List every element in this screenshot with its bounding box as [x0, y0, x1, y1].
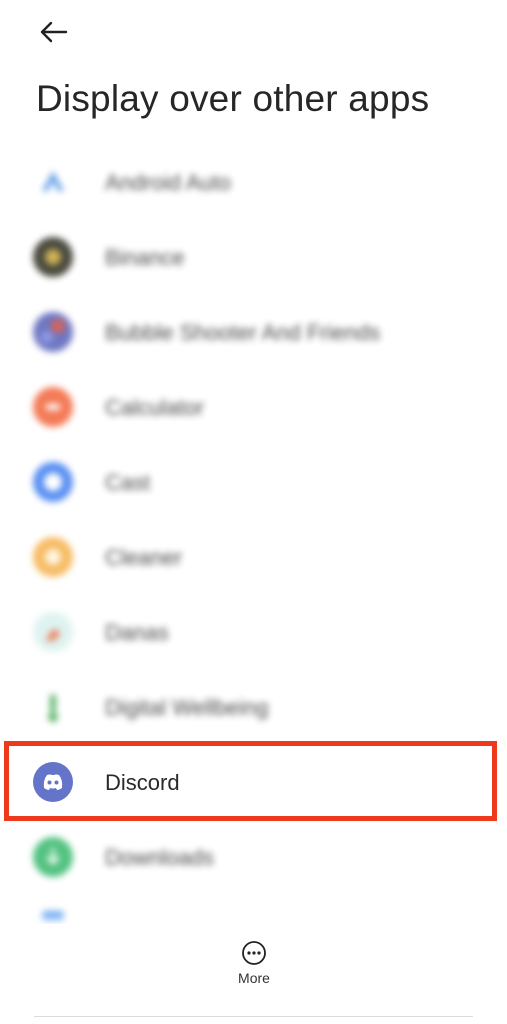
- downloads-icon: [32, 836, 74, 878]
- arrow-left-icon: [40, 21, 68, 43]
- app-label: Cleaner: [105, 545, 183, 570]
- app-row-digital-wellbeing[interactable]: Digital Wellbeing: [0, 669, 507, 744]
- page-title: Display over other apps: [36, 78, 430, 119]
- app-row-downloads[interactable]: Downloads: [0, 819, 507, 894]
- more-label: More: [238, 970, 270, 986]
- android-auto-icon: [32, 161, 74, 203]
- app-label: Binance: [105, 245, 185, 270]
- binance-icon: [32, 236, 74, 278]
- app-list: Android Auto Binance Bubble Shooter And …: [0, 144, 507, 924]
- bottom-divider: [34, 1016, 473, 1017]
- app-row-bubble-shooter[interactable]: Bubble Shooter And Friends: [0, 294, 507, 369]
- more-dots-icon: [242, 941, 266, 965]
- danas-icon: [32, 611, 74, 653]
- app-row-android-auto[interactable]: Android Auto: [0, 144, 507, 219]
- digital-wellbeing-icon: [32, 686, 74, 728]
- app-row-calculator[interactable]: Calculator: [0, 369, 507, 444]
- more-button[interactable]: More: [224, 940, 284, 996]
- app-label: Cast: [105, 470, 151, 495]
- back-button[interactable]: [34, 14, 74, 50]
- app-row-danas[interactable]: Danas: [0, 594, 507, 669]
- app-row-partial[interactable]: [0, 894, 507, 924]
- app-label: Digital Wellbeing: [105, 695, 269, 720]
- app-label: Calculator: [105, 395, 205, 420]
- cleaner-icon: [32, 536, 74, 578]
- bubble-shooter-icon: [32, 311, 74, 353]
- app-label: Android Auto: [105, 170, 231, 195]
- app-row-binance[interactable]: Binance: [0, 219, 507, 294]
- cast-icon: [32, 461, 74, 503]
- app-label: Bubble Shooter And Friends: [105, 320, 381, 345]
- app-label: Danas: [105, 620, 169, 645]
- app-label: Downloads: [105, 845, 214, 870]
- app-label: Discord: [105, 770, 180, 795]
- app-row-discord[interactable]: Discord: [0, 744, 507, 819]
- app-row-cleaner[interactable]: Cleaner: [0, 519, 507, 594]
- calculator-icon: [32, 386, 74, 428]
- app-row-cast[interactable]: Cast: [0, 444, 507, 519]
- discord-icon: [32, 761, 74, 803]
- app-icon: [32, 911, 74, 924]
